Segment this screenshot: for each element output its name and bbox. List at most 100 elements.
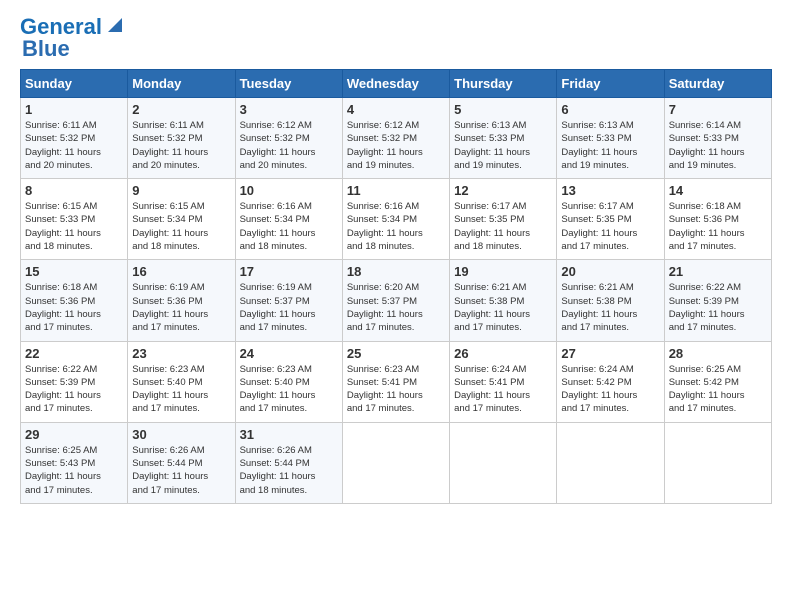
day-info: Sunrise: 6:22 AM Sunset: 5:39 PM Dayligh…: [25, 363, 123, 416]
day-cell-8: 8 Sunrise: 6:15 AM Sunset: 5:33 PM Daylig…: [21, 179, 128, 260]
day-info: Sunrise: 6:25 AM Sunset: 5:43 PM Dayligh…: [25, 444, 123, 497]
day-cell-28: 28 Sunrise: 6:25 AM Sunset: 5:42 PM Dayli…: [664, 341, 771, 422]
day-number: 19: [454, 264, 552, 279]
day-number: 20: [561, 264, 659, 279]
day-cell-13: 13 Sunrise: 6:17 AM Sunset: 5:35 PM Dayli…: [557, 179, 664, 260]
day-info: Sunrise: 6:26 AM Sunset: 5:44 PM Dayligh…: [240, 444, 338, 497]
header-cell-monday: Monday: [128, 70, 235, 98]
day-cell-7: 7Sunrise: 6:14 AM Sunset: 5:33 PM Daylig…: [664, 98, 771, 179]
day-cell-3: 3 Sunrise: 6:12 AM Sunset: 5:32 PM Daylig…: [235, 98, 342, 179]
day-info: Sunrise: 6:15 AM Sunset: 5:33 PM Dayligh…: [25, 200, 123, 253]
week-row-5: 29 Sunrise: 6:25 AM Sunset: 5:43 PM Dayli…: [21, 422, 772, 503]
calendar-body: 1 Sunrise: 6:11 AM Sunset: 5:32 PM Daylig…: [21, 98, 772, 504]
day-info: Sunrise: 6:18 AM Sunset: 5:36 PM Dayligh…: [25, 281, 123, 334]
day-cell-2: 2Sunrise: 6:11 AM Sunset: 5:32 PM Daylig…: [128, 98, 235, 179]
header-cell-thursday: Thursday: [450, 70, 557, 98]
day-cell-22: 22 Sunrise: 6:22 AM Sunset: 5:39 PM Dayli…: [21, 341, 128, 422]
day-number: 24: [240, 346, 338, 361]
header: General Blue: [20, 16, 772, 61]
day-number: 31: [240, 427, 338, 442]
day-number: 26: [454, 346, 552, 361]
header-row: SundayMondayTuesdayWednesdayThursdayFrid…: [21, 70, 772, 98]
day-info: Sunrise: 6:11 AM Sunset: 5:32 PM Dayligh…: [25, 119, 123, 172]
day-number: 28: [669, 346, 767, 361]
day-cell-6: 6 Sunrise: 6:13 AM Sunset: 5:33 PM Daylig…: [557, 98, 664, 179]
day-info: Sunrise: 6:20 AM Sunset: 5:37 PM Dayligh…: [347, 281, 445, 334]
day-info: Sunrise: 6:24 AM Sunset: 5:41 PM Dayligh…: [454, 363, 552, 416]
day-cell-29: 29 Sunrise: 6:25 AM Sunset: 5:43 PM Dayli…: [21, 422, 128, 503]
day-info: Sunrise: 6:13 AM Sunset: 5:33 PM Dayligh…: [454, 119, 552, 172]
day-cell-27: 27 Sunrise: 6:24 AM Sunset: 5:42 PM Dayli…: [557, 341, 664, 422]
day-cell-9: 9 Sunrise: 6:15 AM Sunset: 5:34 PM Daylig…: [128, 179, 235, 260]
day-number: 23: [132, 346, 230, 361]
day-info: Sunrise: 6:23 AM Sunset: 5:40 PM Dayligh…: [132, 363, 230, 416]
day-cell-31: 31 Sunrise: 6:26 AM Sunset: 5:44 PM Dayli…: [235, 422, 342, 503]
logo-icon: [104, 14, 126, 36]
day-cell-15: 15 Sunrise: 6:18 AM Sunset: 5:36 PM Dayli…: [21, 260, 128, 341]
day-cell-4: 4 Sunrise: 6:12 AM Sunset: 5:32 PM Daylig…: [342, 98, 449, 179]
day-cell-19: 19 Sunrise: 6:21 AM Sunset: 5:38 PM Dayli…: [450, 260, 557, 341]
day-number: 15: [25, 264, 123, 279]
day-cell-21: 21Sunrise: 6:22 AM Sunset: 5:39 PM Dayli…: [664, 260, 771, 341]
day-info: Sunrise: 6:16 AM Sunset: 5:34 PM Dayligh…: [240, 200, 338, 253]
day-cell-1: 1 Sunrise: 6:11 AM Sunset: 5:32 PM Daylig…: [21, 98, 128, 179]
day-info: Sunrise: 6:23 AM Sunset: 5:41 PM Dayligh…: [347, 363, 445, 416]
week-row-2: 8 Sunrise: 6:15 AM Sunset: 5:33 PM Daylig…: [21, 179, 772, 260]
day-cell-11: 11 Sunrise: 6:16 AM Sunset: 5:34 PM Dayli…: [342, 179, 449, 260]
day-number: 27: [561, 346, 659, 361]
day-info: Sunrise: 6:14 AM Sunset: 5:33 PM Dayligh…: [669, 119, 767, 172]
day-number: 17: [240, 264, 338, 279]
day-number: 4: [347, 102, 445, 117]
day-number: 22: [25, 346, 123, 361]
day-number: 5: [454, 102, 552, 117]
day-cell-23: 23 Sunrise: 6:23 AM Sunset: 5:40 PM Dayli…: [128, 341, 235, 422]
day-number: 13: [561, 183, 659, 198]
week-row-3: 15 Sunrise: 6:18 AM Sunset: 5:36 PM Dayli…: [21, 260, 772, 341]
header-cell-friday: Friday: [557, 70, 664, 98]
day-number: 9: [132, 183, 230, 198]
day-info: Sunrise: 6:19 AM Sunset: 5:36 PM Dayligh…: [132, 281, 230, 334]
day-info: Sunrise: 6:12 AM Sunset: 5:32 PM Dayligh…: [240, 119, 338, 172]
day-number: 2: [132, 102, 230, 117]
day-info: Sunrise: 6:21 AM Sunset: 5:38 PM Dayligh…: [561, 281, 659, 334]
calendar-header: SundayMondayTuesdayWednesdayThursdayFrid…: [21, 70, 772, 98]
day-number: 10: [240, 183, 338, 198]
day-cell-12: 12 Sunrise: 6:17 AM Sunset: 5:35 PM Dayli…: [450, 179, 557, 260]
day-number: 8: [25, 183, 123, 198]
day-info: Sunrise: 6:24 AM Sunset: 5:42 PM Dayligh…: [561, 363, 659, 416]
day-number: 25: [347, 346, 445, 361]
day-info: Sunrise: 6:18 AM Sunset: 5:36 PM Dayligh…: [669, 200, 767, 253]
day-info: Sunrise: 6:15 AM Sunset: 5:34 PM Dayligh…: [132, 200, 230, 253]
day-cell-17: 17 Sunrise: 6:19 AM Sunset: 5:37 PM Dayli…: [235, 260, 342, 341]
day-cell-25: 25 Sunrise: 6:23 AM Sunset: 5:41 PM Dayli…: [342, 341, 449, 422]
day-number: 29: [25, 427, 123, 442]
header-cell-wednesday: Wednesday: [342, 70, 449, 98]
day-cell-14: 14 Sunrise: 6:18 AM Sunset: 5:36 PM Dayli…: [664, 179, 771, 260]
day-number: 30: [132, 427, 230, 442]
day-number: 18: [347, 264, 445, 279]
day-cell-18: 18 Sunrise: 6:20 AM Sunset: 5:37 PM Dayli…: [342, 260, 449, 341]
day-info: Sunrise: 6:13 AM Sunset: 5:33 PM Dayligh…: [561, 119, 659, 172]
header-cell-tuesday: Tuesday: [235, 70, 342, 98]
day-info: Sunrise: 6:19 AM Sunset: 5:37 PM Dayligh…: [240, 281, 338, 334]
day-info: Sunrise: 6:17 AM Sunset: 5:35 PM Dayligh…: [454, 200, 552, 253]
day-number: 1: [25, 102, 123, 117]
day-number: 14: [669, 183, 767, 198]
header-cell-sunday: Sunday: [21, 70, 128, 98]
day-number: 3: [240, 102, 338, 117]
day-info: Sunrise: 6:22 AM Sunset: 5:39 PM Dayligh…: [669, 281, 767, 334]
day-number: 12: [454, 183, 552, 198]
logo-text: General: [20, 16, 102, 38]
day-cell-20: 20 Sunrise: 6:21 AM Sunset: 5:38 PM Dayli…: [557, 260, 664, 341]
day-info: Sunrise: 6:21 AM Sunset: 5:38 PM Dayligh…: [454, 281, 552, 334]
day-info: Sunrise: 6:25 AM Sunset: 5:42 PM Dayligh…: [669, 363, 767, 416]
day-info: Sunrise: 6:16 AM Sunset: 5:34 PM Dayligh…: [347, 200, 445, 253]
day-cell-10: 10 Sunrise: 6:16 AM Sunset: 5:34 PM Dayli…: [235, 179, 342, 260]
day-info: Sunrise: 6:17 AM Sunset: 5:35 PM Dayligh…: [561, 200, 659, 253]
day-number: 11: [347, 183, 445, 198]
day-number: 6: [561, 102, 659, 117]
empty-cell: [664, 422, 771, 503]
day-cell-16: 16Sunrise: 6:19 AM Sunset: 5:36 PM Dayli…: [128, 260, 235, 341]
day-info: Sunrise: 6:12 AM Sunset: 5:32 PM Dayligh…: [347, 119, 445, 172]
calendar-table: SundayMondayTuesdayWednesdayThursdayFrid…: [20, 69, 772, 504]
